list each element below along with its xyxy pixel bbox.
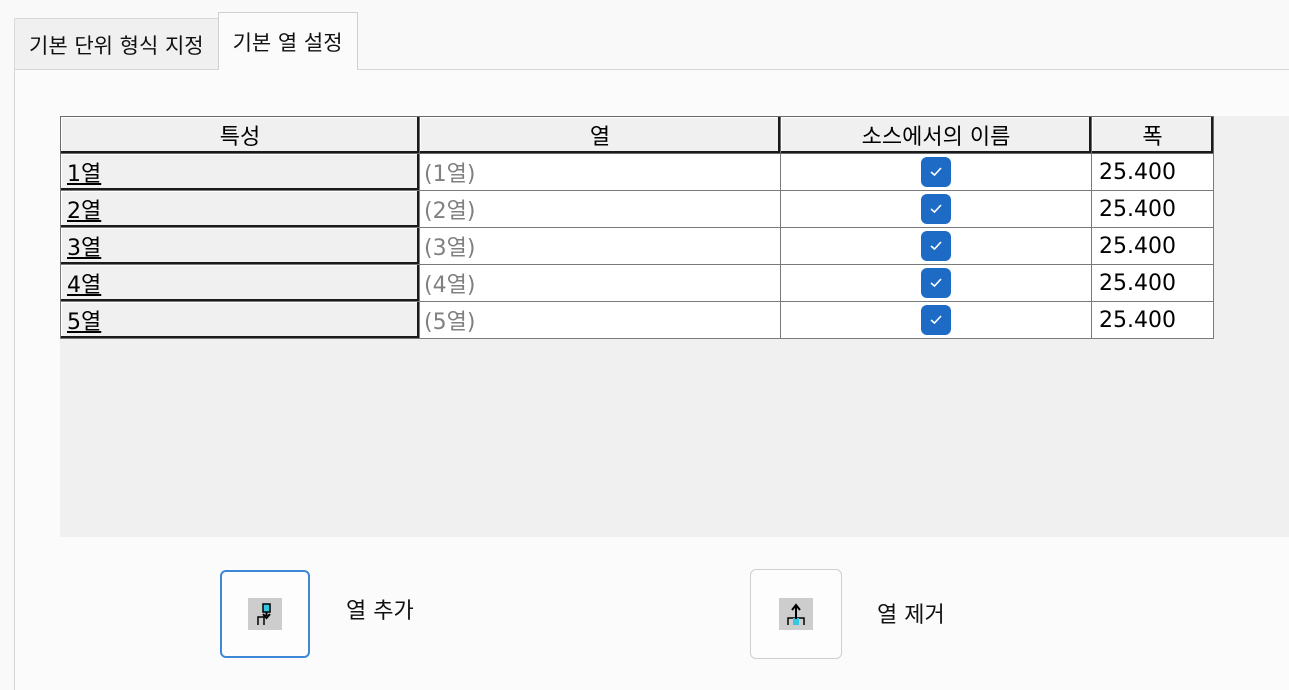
tab-label: 기본 단위 형식 지정 xyxy=(29,33,204,58)
tab-label: 기본 열 설정 xyxy=(232,30,343,55)
row-source-name-cell xyxy=(780,301,1092,339)
row-width-cell[interactable]: 25.400 xyxy=(1091,190,1214,228)
row-property-cell[interactable]: 2열 xyxy=(60,190,420,228)
row-width-cell[interactable]: 25.400 xyxy=(1091,227,1214,265)
row-width-cell[interactable]: 25.400 xyxy=(1091,153,1214,191)
checkmark-icon xyxy=(930,204,942,214)
row-column-cell[interactable]: (2열) xyxy=(419,190,781,228)
table-row: 4열 (4열) 25.400 xyxy=(60,264,1214,302)
row-column-cell[interactable]: (1열) xyxy=(419,153,781,191)
tab-default-unit-format[interactable]: 기본 단위 형식 지정 xyxy=(14,18,219,70)
source-name-checkbox[interactable] xyxy=(921,305,951,335)
add-column-label[interactable]: 열 추가 xyxy=(346,593,414,625)
row-source-name-cell xyxy=(780,153,1092,191)
table-row: 5열 (5열) 25.400 xyxy=(60,301,1214,339)
header-width[interactable]: 폭 xyxy=(1091,116,1214,154)
checkmark-icon xyxy=(930,315,942,325)
source-name-checkbox[interactable] xyxy=(921,157,951,187)
remove-column-label[interactable]: 열 제거 xyxy=(877,597,945,629)
row-source-name-cell xyxy=(780,264,1092,302)
remove-column-button[interactable] xyxy=(750,569,842,659)
row-width-cell[interactable]: 25.400 xyxy=(1091,264,1214,302)
checkmark-icon xyxy=(930,278,942,288)
header-column[interactable]: 열 xyxy=(419,116,781,154)
row-source-name-cell xyxy=(780,227,1092,265)
insert-column-icon xyxy=(248,598,282,630)
row-property-cell[interactable]: 1열 xyxy=(60,153,420,191)
row-source-name-cell xyxy=(780,190,1092,228)
grid-header-row: 특성 열 소스에서의 이름 폭 xyxy=(60,116,1214,154)
header-source-name[interactable]: 소스에서의 이름 xyxy=(780,116,1092,154)
row-column-cell[interactable]: (5열) xyxy=(419,301,781,339)
row-column-cell[interactable]: (4열) xyxy=(419,264,781,302)
source-name-checkbox[interactable] xyxy=(921,194,951,224)
checkmark-icon xyxy=(930,167,942,177)
source-name-checkbox[interactable] xyxy=(921,268,951,298)
row-column-cell[interactable]: (3열) xyxy=(419,227,781,265)
table-row: 3열 (3열) 25.400 xyxy=(60,227,1214,265)
tab-strip: 기본 단위 형식 지정 기본 열 설정 xyxy=(14,12,358,70)
row-property-cell[interactable]: 3열 xyxy=(60,227,420,265)
table-row: 1열 (1열) 25.400 xyxy=(60,153,1214,191)
tab-default-column-settings[interactable]: 기본 열 설정 xyxy=(217,12,358,70)
remove-column-icon xyxy=(779,598,813,630)
source-name-checkbox[interactable] xyxy=(921,231,951,261)
add-column-button[interactable] xyxy=(220,570,310,658)
row-width-cell[interactable]: 25.400 xyxy=(1091,301,1214,339)
table-row: 2열 (2열) 25.400 xyxy=(60,190,1214,228)
column-settings-grid: 특성 열 소스에서의 이름 폭 1열 (1열) 25.400 2열 (2열) 2… xyxy=(60,116,1214,339)
header-property[interactable]: 특성 xyxy=(60,116,420,154)
row-property-cell[interactable]: 5열 xyxy=(60,301,420,339)
row-property-cell[interactable]: 4열 xyxy=(60,264,420,302)
checkmark-icon xyxy=(930,241,942,251)
